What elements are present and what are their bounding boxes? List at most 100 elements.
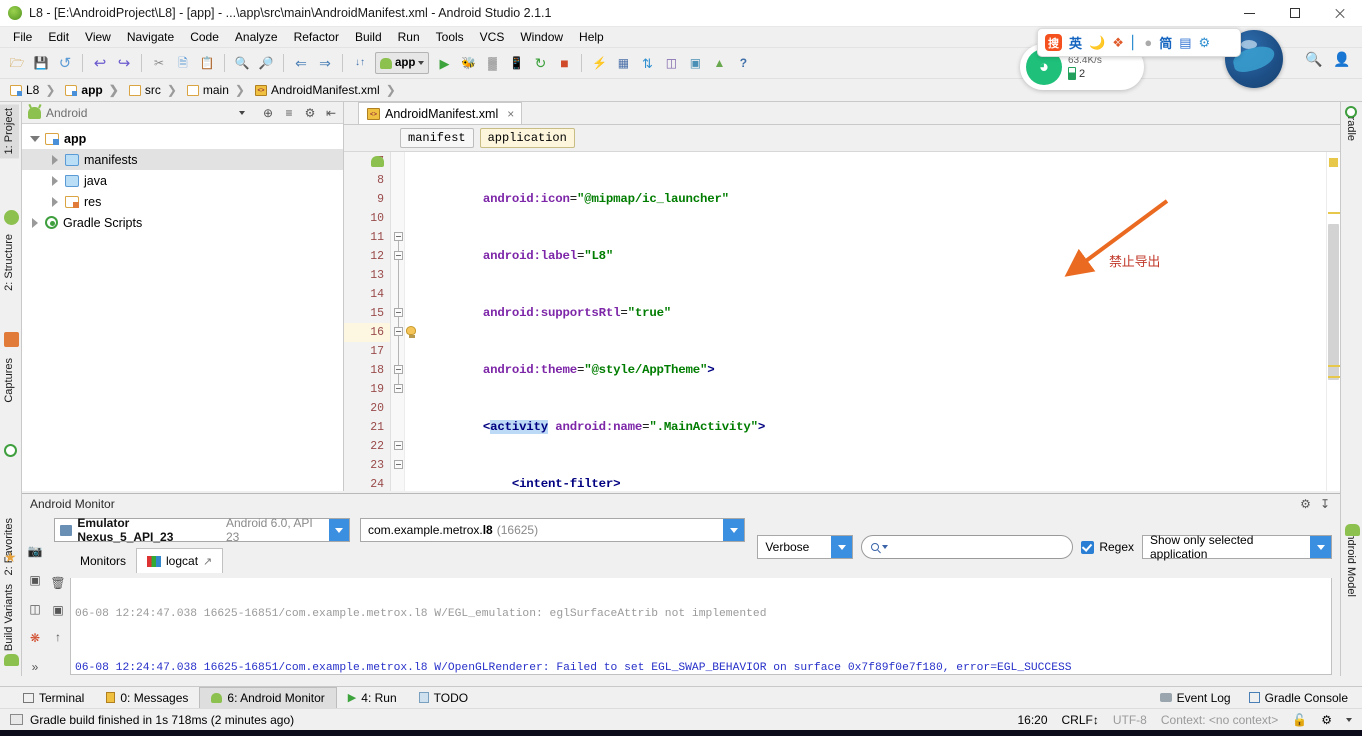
line-separator-indicator[interactable]: CRLF↕ bbox=[1062, 713, 1099, 727]
hide-panel-icon[interactable]: ↧ bbox=[1320, 497, 1330, 511]
help-icon[interactable]: ? bbox=[732, 52, 754, 74]
tree-node-manifests[interactable]: manifests bbox=[22, 149, 343, 170]
keyboard-icon[interactable]: ⎜ bbox=[1131, 35, 1138, 51]
expand-tools-icon[interactable]: » bbox=[26, 657, 45, 676]
sidebar-item-project[interactable]: 1: Project bbox=[0, 104, 19, 159]
menu-analyze[interactable]: Analyze bbox=[227, 28, 286, 46]
screenshot-icon[interactable]: 📷 bbox=[26, 541, 45, 560]
run-configuration-selector[interactable]: app bbox=[375, 52, 430, 74]
menu-vcs[interactable]: VCS bbox=[472, 28, 513, 46]
logcat-output[interactable]: 06-08 12:24:47.038 16625-16851/com.examp… bbox=[70, 578, 1332, 675]
layout-inspector-icon[interactable]: ◫ bbox=[26, 599, 45, 618]
android-device-icon[interactable]: ▲ bbox=[708, 52, 730, 74]
fold-toggle-icon[interactable] bbox=[394, 384, 403, 393]
bottom-tab-terminal[interactable]: Terminal bbox=[12, 687, 95, 708]
sync-icon[interactable]: ↺ bbox=[54, 52, 76, 74]
close-tab-icon[interactable]: × bbox=[507, 107, 514, 121]
instant-run-icon[interactable]: ⚡ bbox=[588, 52, 610, 74]
tab-monitors[interactable]: Monitors bbox=[70, 548, 136, 573]
replace-icon[interactable]: 🔎 bbox=[255, 52, 277, 74]
expand-arrow-icon[interactable] bbox=[50, 154, 60, 165]
detach-tab-icon[interactable]: ↗ bbox=[203, 555, 212, 568]
chevron-down-icon[interactable] bbox=[239, 110, 245, 115]
collapse-all-icon[interactable]: ≡ bbox=[281, 105, 297, 121]
debug-icon[interactable]: 🐝 bbox=[457, 52, 479, 74]
clear-logcat-icon[interactable]: 🗑 bbox=[49, 573, 68, 592]
undo-icon[interactable]: ↩ bbox=[89, 52, 111, 74]
sidebar-item-captures[interactable]: Captures bbox=[0, 354, 19, 407]
breadcrumb-item-main[interactable]: main ❯ bbox=[183, 81, 251, 99]
minimize-button[interactable] bbox=[1227, 0, 1272, 27]
sidebar-item-favorites[interactable]: 2: Favorites bbox=[0, 514, 19, 579]
run-with-coverage-icon[interactable]: ▓ bbox=[481, 52, 503, 74]
screen-record-icon[interactable]: ▣ bbox=[26, 570, 45, 589]
menu-tools[interactable]: Tools bbox=[428, 28, 472, 46]
save-all-icon[interactable]: 💾 bbox=[30, 52, 52, 74]
editor-tab-androidmanifest[interactable]: <> AndroidManifest.xml × bbox=[358, 102, 523, 124]
run-icon[interactable]: ▶ bbox=[433, 52, 455, 74]
user-icon[interactable]: ● bbox=[1144, 35, 1152, 50]
device-monitor-icon[interactable]: ▣ bbox=[684, 52, 706, 74]
moon-icon[interactable]: 🌙 bbox=[1089, 35, 1105, 51]
gear-icon[interactable]: ⚙ bbox=[1199, 35, 1211, 51]
paste-icon[interactable]: 📋 bbox=[196, 52, 218, 74]
process-selector[interactable]: com.example.metrox. l8 (16625) bbox=[360, 518, 745, 542]
toolbox-icon[interactable]: ▤ bbox=[1179, 35, 1191, 51]
code-text[interactable]: android:icon="@mipmap/ic_launcher" andro… bbox=[419, 152, 1326, 491]
xml-breadcrumb-application[interactable]: application bbox=[479, 128, 575, 148]
bottom-tab-event-log[interactable]: Event Log bbox=[1159, 691, 1231, 705]
xml-breadcrumb-manifest[interactable]: manifest bbox=[400, 128, 474, 148]
menu-file[interactable]: File bbox=[5, 28, 40, 46]
bottom-tab-gradle-console[interactable]: Gradle Console bbox=[1248, 691, 1348, 705]
avatar[interactable]: 👤 bbox=[1333, 50, 1351, 68]
breadcrumb-item-app[interactable]: app ❯ bbox=[61, 81, 124, 99]
settings-gear-icon[interactable]: ⚙ bbox=[1300, 497, 1311, 511]
tab-logcat[interactable]: logcat ↗ bbox=[136, 548, 224, 573]
breadcrumb-item-src[interactable]: src ❯ bbox=[125, 81, 183, 99]
project-view-selector[interactable]: Android bbox=[46, 106, 234, 120]
scroll-up-icon[interactable]: ↑ bbox=[49, 627, 68, 646]
tree-node-gradle-scripts[interactable]: Gradle Scripts bbox=[22, 212, 343, 233]
bottom-tab-todo[interactable]: TODO bbox=[408, 687, 479, 708]
settings-gear-icon[interactable]: ⚙ bbox=[302, 105, 318, 121]
warning-marker[interactable] bbox=[1329, 158, 1338, 167]
copy-icon[interactable]: 🗎 bbox=[172, 52, 194, 74]
code-marker[interactable] bbox=[1328, 212, 1340, 214]
tree-node-java[interactable]: java bbox=[22, 170, 343, 191]
process-dropdown-button[interactable] bbox=[723, 519, 744, 541]
close-button[interactable] bbox=[1317, 0, 1362, 27]
scroll-to-end-icon[interactable]: ▣ bbox=[49, 600, 68, 619]
editor-marker-bar[interactable] bbox=[1326, 152, 1340, 491]
unlocked-icon[interactable]: 🔓 bbox=[1292, 713, 1307, 727]
hide-panel-icon[interactable]: ⇤ bbox=[323, 105, 339, 121]
chevron-down-icon[interactable] bbox=[1346, 717, 1352, 722]
attach-debugger-icon[interactable]: 📱 bbox=[505, 52, 527, 74]
sort-icon[interactable]: ↓↑ bbox=[349, 52, 371, 74]
log-level-selector[interactable]: Verbose bbox=[757, 535, 854, 559]
rerun-icon[interactable]: ↻ bbox=[529, 52, 551, 74]
code-editor[interactable]: 7 8 9 10 11 12 13 14 15 16 17 18 19 20 2… bbox=[344, 152, 1340, 491]
fold-toggle-icon[interactable] bbox=[394, 327, 403, 336]
tree-node-res[interactable]: res bbox=[22, 191, 343, 212]
regex-checkbox[interactable]: Regex bbox=[1081, 540, 1134, 554]
ime-input-mode[interactable]: 英 bbox=[1069, 33, 1082, 52]
expand-arrow-icon[interactable] bbox=[50, 196, 60, 207]
avd-manager-icon[interactable]: ▦ bbox=[612, 52, 634, 74]
context-indicator[interactable]: Context: <no context> bbox=[1161, 713, 1278, 727]
fold-toggle-icon[interactable] bbox=[394, 308, 403, 317]
terminate-application-icon[interactable]: ❋ bbox=[26, 628, 45, 647]
cut-icon[interactable]: ✂ bbox=[148, 52, 170, 74]
menu-window[interactable]: Window bbox=[512, 28, 571, 46]
logcat-filter-selector[interactable]: Show only selected application bbox=[1142, 533, 1332, 561]
voice-icon[interactable]: ❖ bbox=[1112, 35, 1124, 51]
back-icon[interactable]: ⇐ bbox=[290, 52, 312, 74]
encoding-indicator[interactable]: UTF-8 bbox=[1113, 713, 1147, 727]
menu-help[interactable]: Help bbox=[571, 28, 612, 46]
fold-toggle-icon[interactable] bbox=[394, 232, 403, 241]
fold-toggle-icon[interactable] bbox=[394, 441, 403, 450]
filter-dropdown-button[interactable] bbox=[1310, 536, 1331, 558]
maximize-button[interactable] bbox=[1272, 0, 1317, 27]
breadcrumb-item-manifest[interactable]: <> AndroidManifest.xml ❯ bbox=[251, 81, 402, 99]
bottom-tab-messages[interactable]: 0: Messages bbox=[95, 687, 199, 708]
fold-toggle-icon[interactable] bbox=[394, 365, 403, 374]
